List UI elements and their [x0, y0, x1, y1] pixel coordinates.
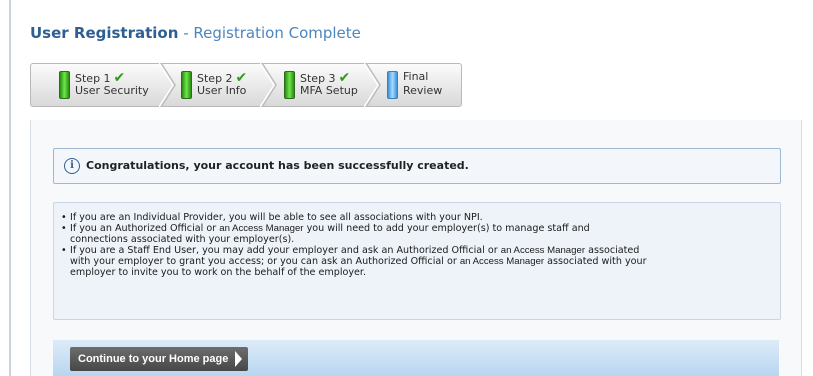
continue-button-label: Continue to your Home page: [78, 353, 229, 365]
step-separator-chevron: [159, 63, 176, 107]
registration-stepper: Step 1 ✔ User Security Step 2 ✔ User Info …: [30, 63, 462, 107]
info-icon: i: [64, 158, 80, 174]
note-text: employer to invite you to work on the be…: [70, 267, 367, 278]
note-text: If you an Authorized Official or: [70, 223, 217, 234]
note-text: an Access Manager: [500, 245, 586, 256]
page-subtitle: Registration Complete: [193, 24, 361, 42]
step-label: User Info: [197, 84, 247, 97]
notes-list: If you are an Individual Provider, you w…: [61, 212, 771, 278]
page-title: User Registration - Registration Complet…: [30, 24, 361, 42]
note-text: connections associated with your employe…: [70, 234, 295, 245]
note-text: associated: [588, 245, 640, 256]
note-individual-provider: If you are an Individual Provider, you w…: [61, 212, 771, 223]
step-label: Review: [403, 84, 443, 97]
left-border: [9, 0, 11, 376]
page-title-main: User Registration: [30, 24, 179, 42]
success-message: Congratulations, your account has been s…: [86, 159, 469, 172]
note-staff-end-user: If you are a Staff End User, you may add…: [61, 245, 771, 278]
step-label: User Security: [75, 84, 149, 97]
step-number: Final: [403, 70, 429, 83]
step-complete-indicator: [59, 71, 70, 99]
continue-home-button[interactable]: Continue to your Home page: [70, 347, 249, 371]
note-text: you will need to add your employer(s) to…: [306, 223, 590, 234]
step-complete-indicator: [284, 71, 295, 99]
arrow-right-icon: [235, 351, 243, 367]
page-title-separator: -: [178, 24, 194, 42]
step-current-indicator: [387, 71, 398, 99]
note-authorized-official: If you an Authorized Official or an Acce…: [61, 223, 771, 245]
note-text: associated with your: [547, 256, 647, 267]
note-text: an Access Manager: [459, 256, 545, 267]
note-text: an Access Manager: [219, 223, 304, 234]
step-separator-chevron: [260, 63, 277, 107]
note-text: If you are a Staff End User, you may add…: [70, 245, 498, 256]
step-complete-indicator: [181, 71, 192, 99]
step-separator-chevron: [364, 63, 381, 107]
note-text: with your employer to grant you access; …: [70, 256, 457, 267]
step-label: MFA Setup: [300, 84, 358, 97]
success-alert: i Congratulations, your account has been…: [53, 148, 781, 184]
note-text: If you are an Individual Provider, you w…: [70, 212, 483, 223]
account-notes: If you are an Individual Provider, you w…: [53, 202, 781, 320]
